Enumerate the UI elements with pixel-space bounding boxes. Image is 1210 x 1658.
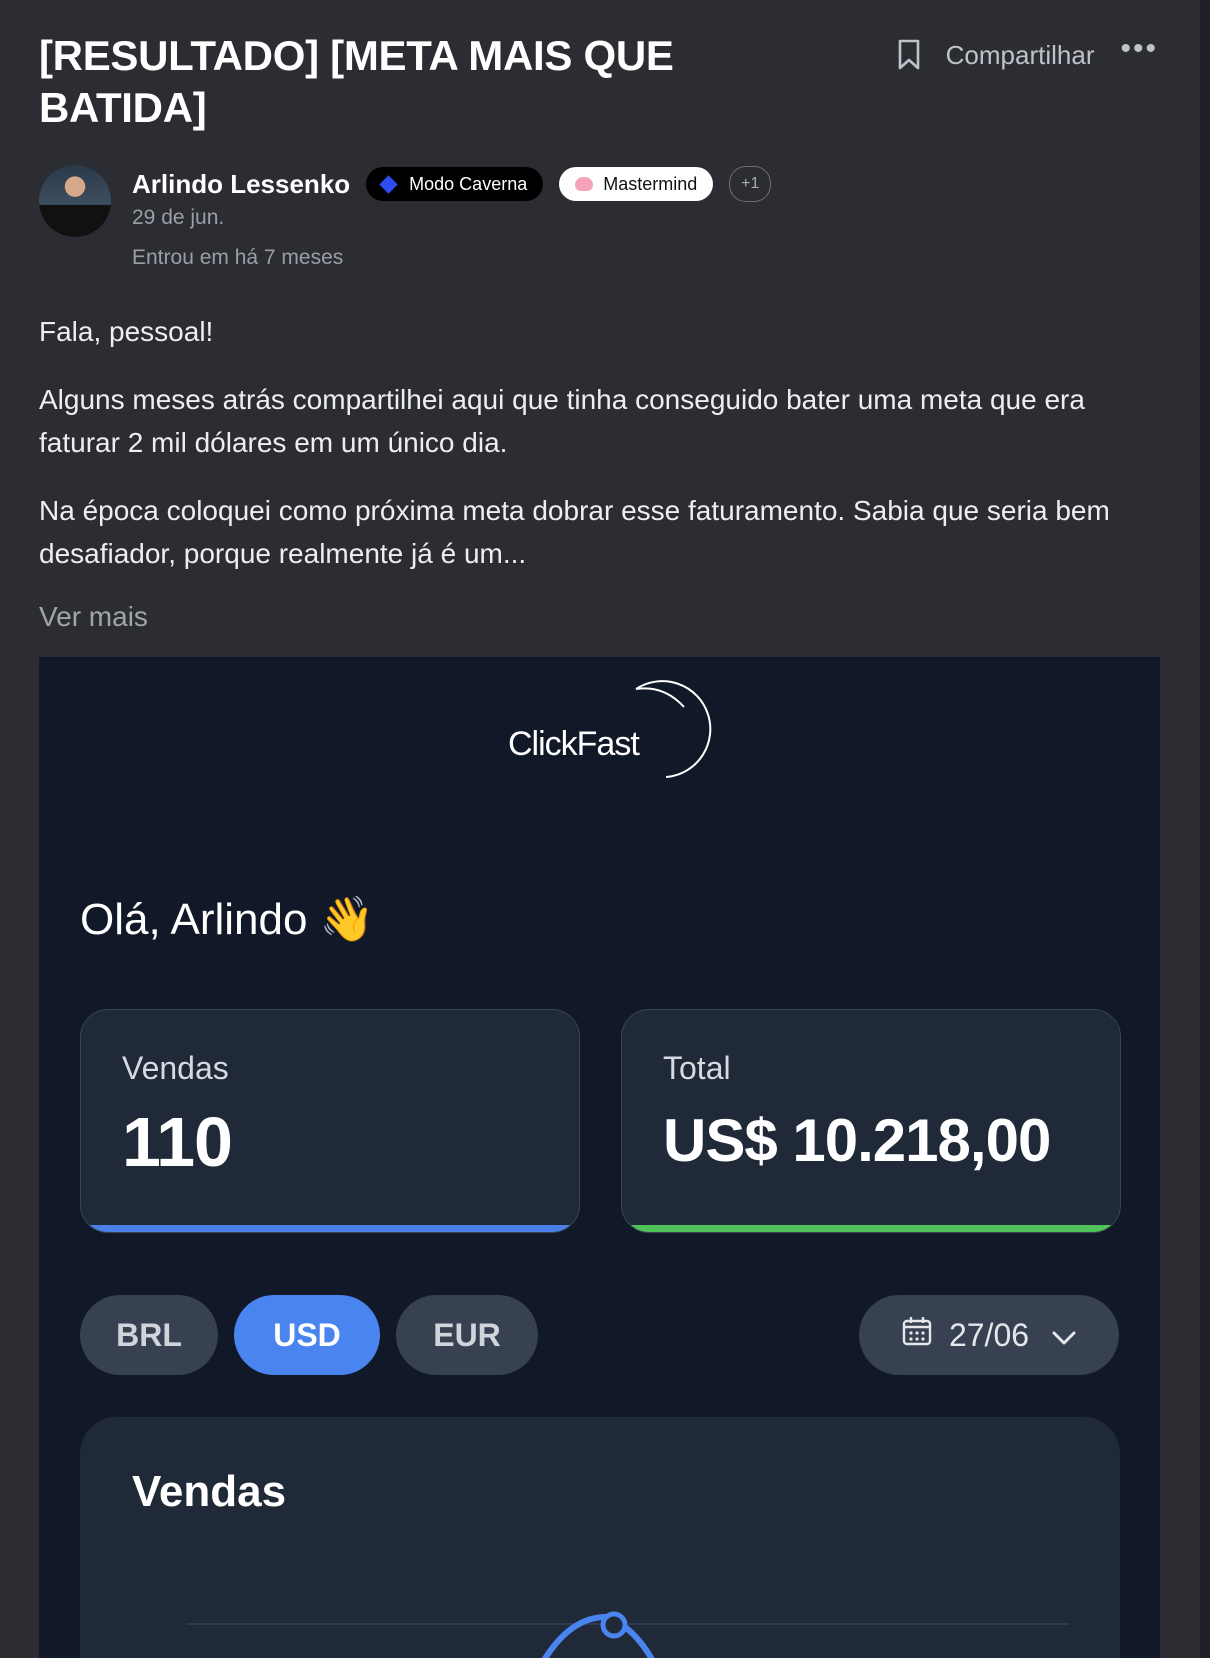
greeting: Olá, Arlindo 👋 [80,895,375,944]
post-title: [RESULTADO] [META MAIS QUE BATIDA] [39,32,674,131]
stat-label: Total [663,1050,731,1086]
total-revenue-card: Total US$ 10.218,00 [621,1009,1121,1233]
post-actions: Compartilhar ••• [894,34,1158,74]
currency-usd-button[interactable]: USD [234,1295,380,1375]
badge-label: Modo Caverna [409,173,528,194]
badge-label: Mastermind [603,173,698,194]
author-row: Arlindo Lessenko Modo Caverna Mastermind… [132,166,787,202]
currency-eur-button[interactable]: EUR [396,1295,538,1375]
clickfast-logo: ClickFast [494,677,724,787]
post-card: [RESULTADO] [META MAIS QUE BATIDA] Compa… [0,0,1200,1658]
date-filter-dropdown[interactable]: 27/06 [859,1295,1119,1375]
paragraph: Fala, pessoal! [39,316,214,347]
date-filter-value: 27/06 [948,1316,1030,1353]
chart-point[interactable] [600,1611,628,1639]
stat-accent-bar [81,1225,579,1232]
scrollbar-track[interactable] [1200,0,1210,1658]
brain-icon [575,177,594,191]
sales-chart [186,1611,1070,1658]
chevron-down-icon [1051,1317,1077,1354]
more-badges-button[interactable]: +1 [729,166,772,202]
stat-accent-bar [622,1225,1120,1232]
post-body: Fala, pessoal! Alguns meses atrás compar… [39,310,1169,600]
badge-mastermind[interactable]: Mastermind [559,167,714,201]
dashboard-screenshot: ClickFast Olá, Arlindo 👋 Vendas 110 Tota… [39,657,1160,1658]
sales-line [541,1613,655,1658]
paragraph: Alguns meses atrás compartilhei aqui que… [39,384,1085,458]
paragraph: Na época coloquei como próxima meta dobr… [39,495,1110,569]
stat-value: 110 [122,1103,233,1181]
sales-chart-card: Vendas [80,1417,1120,1658]
badge-modo-caverna[interactable]: Modo Caverna [366,167,544,201]
stat-label: Vendas [122,1050,229,1086]
bookmark-icon[interactable] [894,36,924,74]
author-joined: Entrou em há 7 meses [132,246,344,269]
logo-text: ClickFast [508,725,640,763]
more-options-icon[interactable]: ••• [1120,34,1158,71]
sales-count-card: Vendas 110 [80,1009,580,1233]
currency-brl-button[interactable]: BRL [80,1295,218,1375]
post-date: 29 de jun. [132,206,225,229]
see-more-link[interactable]: Ver mais [39,601,148,633]
stat-value: US$ 10.218,00 [663,1107,1051,1174]
calendar-icon [901,1315,933,1355]
avatar[interactable] [39,165,111,237]
share-button[interactable]: Compartilhar [946,40,1095,71]
author-name[interactable]: Arlindo Lessenko [132,169,350,200]
diamond-icon [379,174,398,194]
